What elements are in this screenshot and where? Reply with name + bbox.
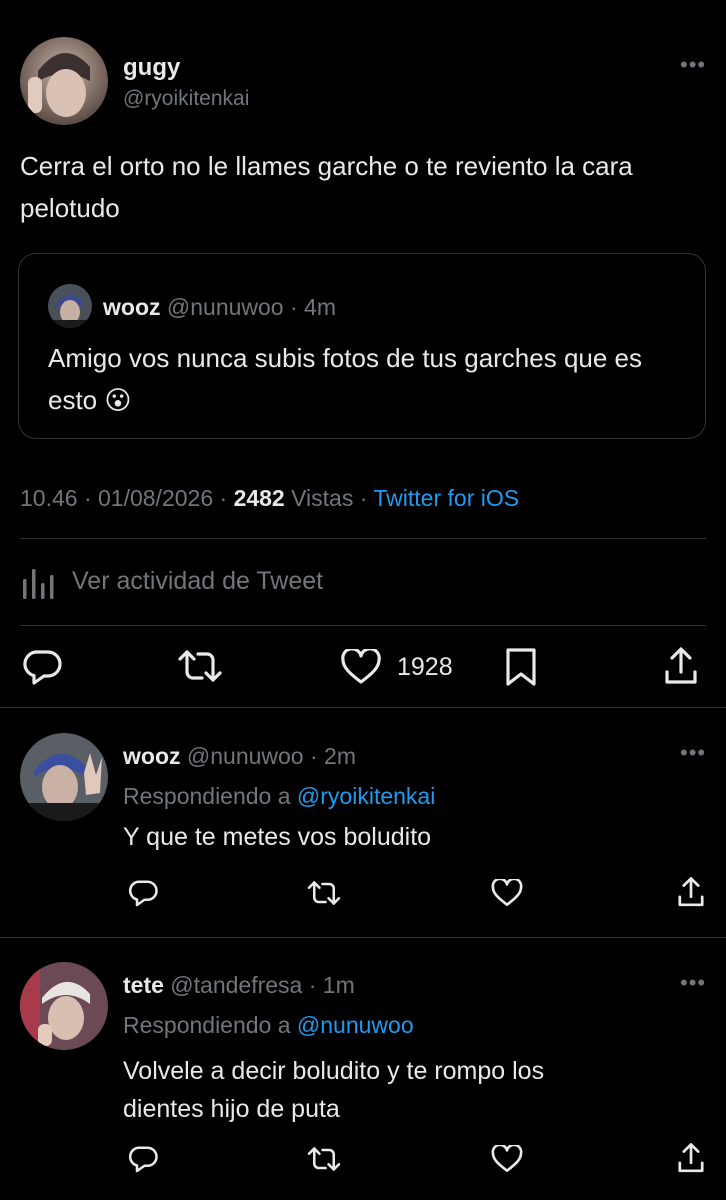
reply-icon[interactable]	[128, 1144, 158, 1174]
retweet-icon[interactable]	[306, 1145, 342, 1173]
tweet-source[interactable]: Twitter for iOS	[373, 485, 519, 511]
quoted-avatar	[48, 284, 92, 328]
quoted-name[interactable]: wooz	[103, 294, 161, 320]
reply-avatar[interactable]	[20, 962, 108, 1050]
more-icon[interactable]: •••	[680, 972, 706, 994]
bookmark-icon[interactable]	[505, 647, 537, 687]
retweet-icon[interactable]	[306, 879, 342, 907]
replying-to-link[interactable]: @ryoikitenkai	[297, 783, 435, 809]
share-icon[interactable]	[664, 646, 698, 686]
replying-to-link[interactable]: @nunuwoo	[297, 1012, 414, 1038]
meta-separator: ·	[359, 485, 368, 511]
divider	[0, 707, 726, 708]
like-icon[interactable]	[491, 879, 523, 907]
reply-text: Volvele a decir boludito y te rompo los …	[123, 1057, 545, 1123]
reply-icon[interactable]	[128, 878, 158, 908]
divider	[20, 538, 706, 539]
more-icon[interactable]: •••	[680, 742, 706, 764]
share-icon[interactable]	[677, 876, 705, 908]
divider	[20, 625, 706, 626]
divider	[0, 937, 726, 938]
views-label: Vistas	[291, 485, 354, 511]
reply-text: Y que te metes vos boludito	[123, 823, 432, 851]
more-icon[interactable]: •••	[680, 54, 706, 76]
quoted-header: wooz @nunuwoo · 4m	[103, 294, 336, 321]
author-avatar[interactable]	[20, 37, 108, 125]
like-count: 1928	[397, 653, 453, 681]
tweet-text: Cerra el orto no le llames garche o te r…	[20, 151, 633, 223]
tweet-date[interactable]: · 01/08/2026 ·	[84, 485, 227, 511]
analytics-icon[interactable]	[22, 565, 56, 601]
quoted-handle[interactable]: @nunuwoo	[167, 294, 284, 320]
author-handle[interactable]: @ryoikitenkai	[123, 87, 249, 111]
tweet-time[interactable]: 10.46	[20, 485, 78, 511]
like-icon[interactable]	[491, 1145, 523, 1173]
astonished-emoji-icon: 😮	[104, 385, 132, 415]
replying-to: Respondiendo a @nunuwoo	[123, 1012, 414, 1038]
reply-name[interactable]: tete	[123, 972, 164, 998]
share-icon[interactable]	[677, 1142, 705, 1174]
reply-icon[interactable]	[22, 648, 62, 686]
reply-name[interactable]: wooz	[123, 743, 181, 769]
views-count: 2482	[233, 485, 285, 511]
quoted-text: Amigo vos nunca subis fotos de tus garch…	[48, 343, 643, 415]
view-activity-link[interactable]: Ver actividad de Tweet	[72, 567, 323, 596]
reply-header: wooz @nunuwoo · 2m	[123, 743, 356, 770]
tweet-meta: 10.46 · 01/08/2026 · 2482 Vistas · Twitt…	[20, 485, 519, 512]
reply-handle[interactable]: @nunuwoo · 2m	[187, 743, 356, 769]
like-icon[interactable]	[341, 649, 381, 685]
reply-handle[interactable]: @tandefresa · 1m	[170, 972, 354, 998]
author-name[interactable]: gugy	[123, 54, 180, 82]
replying-to: Respondiendo a @ryoikitenkai	[123, 783, 436, 809]
quoted-time: · 4m	[290, 294, 336, 320]
reply-header: tete @tandefresa · 1m	[123, 972, 355, 999]
reply-avatar[interactable]	[20, 733, 108, 821]
retweet-icon[interactable]	[176, 648, 224, 684]
